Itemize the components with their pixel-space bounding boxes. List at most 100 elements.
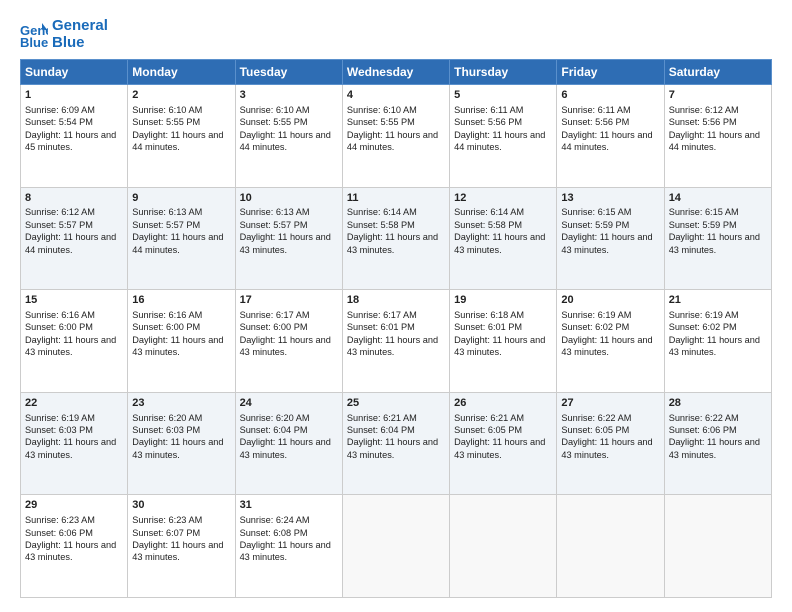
day-info: Daylight: 11 hours and 44 minutes. — [240, 129, 338, 154]
day-number: 20 — [561, 293, 659, 308]
day-info: Sunrise: 6:10 AM — [132, 104, 230, 116]
col-header-sunday: Sunday — [21, 60, 128, 85]
day-number: 5 — [454, 88, 552, 103]
calendar-week-1: 1Sunrise: 6:09 AMSunset: 5:54 PMDaylight… — [21, 85, 772, 188]
day-info: Sunset: 6:02 PM — [669, 321, 767, 333]
calendar-cell: 9Sunrise: 6:13 AMSunset: 5:57 PMDaylight… — [128, 187, 235, 290]
calendar-week-3: 15Sunrise: 6:16 AMSunset: 6:00 PMDayligh… — [21, 290, 772, 393]
day-info: Daylight: 11 hours and 43 minutes. — [25, 334, 123, 359]
calendar-table: SundayMondayTuesdayWednesdayThursdayFrid… — [20, 59, 772, 598]
calendar-cell: 24Sunrise: 6:20 AMSunset: 6:04 PMDayligh… — [235, 392, 342, 495]
day-info: Sunrise: 6:19 AM — [25, 412, 123, 424]
calendar-cell: 13Sunrise: 6:15 AMSunset: 5:59 PMDayligh… — [557, 187, 664, 290]
day-info: Sunset: 6:00 PM — [25, 321, 123, 333]
calendar-cell: 5Sunrise: 6:11 AMSunset: 5:56 PMDaylight… — [450, 85, 557, 188]
calendar-cell: 29Sunrise: 6:23 AMSunset: 6:06 PMDayligh… — [21, 495, 128, 598]
day-number: 8 — [25, 191, 123, 206]
day-info: Daylight: 11 hours and 44 minutes. — [132, 231, 230, 256]
day-number: 13 — [561, 191, 659, 206]
calendar-cell — [450, 495, 557, 598]
calendar-cell — [664, 495, 771, 598]
logo: General Blue General Blue — [20, 18, 108, 51]
day-info: Sunrise: 6:22 AM — [669, 412, 767, 424]
day-info: Daylight: 11 hours and 43 minutes. — [25, 539, 123, 564]
day-number: 22 — [25, 396, 123, 411]
day-info: Sunset: 6:00 PM — [240, 321, 338, 333]
day-info: Sunrise: 6:14 AM — [347, 206, 445, 218]
logo-general: General — [52, 18, 108, 35]
day-info: Daylight: 11 hours and 44 minutes. — [454, 129, 552, 154]
day-number: 29 — [25, 498, 123, 513]
logo-icon: General Blue — [20, 21, 48, 49]
day-info: Daylight: 11 hours and 44 minutes. — [669, 129, 767, 154]
day-info: Daylight: 11 hours and 43 minutes. — [347, 231, 445, 256]
col-header-thursday: Thursday — [450, 60, 557, 85]
day-info: Daylight: 11 hours and 44 minutes. — [25, 231, 123, 256]
calendar-cell: 12Sunrise: 6:14 AMSunset: 5:58 PMDayligh… — [450, 187, 557, 290]
calendar-cell: 8Sunrise: 6:12 AMSunset: 5:57 PMDaylight… — [21, 187, 128, 290]
calendar-cell: 11Sunrise: 6:14 AMSunset: 5:58 PMDayligh… — [342, 187, 449, 290]
day-info: Sunrise: 6:24 AM — [240, 514, 338, 526]
day-number: 16 — [132, 293, 230, 308]
day-info: Daylight: 11 hours and 44 minutes. — [132, 129, 230, 154]
col-header-saturday: Saturday — [664, 60, 771, 85]
calendar-cell: 6Sunrise: 6:11 AMSunset: 5:56 PMDaylight… — [557, 85, 664, 188]
logo-blue: Blue — [52, 35, 108, 52]
day-info: Sunset: 5:55 PM — [240, 116, 338, 128]
day-info: Daylight: 11 hours and 43 minutes. — [669, 436, 767, 461]
calendar-cell: 2Sunrise: 6:10 AMSunset: 5:55 PMDaylight… — [128, 85, 235, 188]
day-info: Daylight: 11 hours and 44 minutes. — [561, 129, 659, 154]
day-info: Daylight: 11 hours and 43 minutes. — [347, 436, 445, 461]
day-number: 28 — [669, 396, 767, 411]
day-info: Sunrise: 6:15 AM — [669, 206, 767, 218]
day-info: Sunset: 5:55 PM — [132, 116, 230, 128]
day-info: Sunrise: 6:21 AM — [454, 412, 552, 424]
day-info: Sunrise: 6:23 AM — [132, 514, 230, 526]
day-info: Daylight: 11 hours and 44 minutes. — [347, 129, 445, 154]
day-info: Sunset: 6:00 PM — [132, 321, 230, 333]
day-info: Daylight: 11 hours and 43 minutes. — [561, 334, 659, 359]
calendar-cell — [557, 495, 664, 598]
day-number: 17 — [240, 293, 338, 308]
day-info: Sunrise: 6:14 AM — [454, 206, 552, 218]
day-number: 27 — [561, 396, 659, 411]
day-info: Sunrise: 6:12 AM — [669, 104, 767, 116]
day-info: Sunset: 6:04 PM — [240, 424, 338, 436]
day-info: Sunrise: 6:12 AM — [25, 206, 123, 218]
calendar-cell: 27Sunrise: 6:22 AMSunset: 6:05 PMDayligh… — [557, 392, 664, 495]
day-info: Sunset: 5:54 PM — [25, 116, 123, 128]
day-number: 25 — [347, 396, 445, 411]
day-info: Sunset: 6:01 PM — [454, 321, 552, 333]
svg-text:Blue: Blue — [20, 35, 48, 49]
calendar-cell: 16Sunrise: 6:16 AMSunset: 6:00 PMDayligh… — [128, 290, 235, 393]
day-info: Sunset: 5:58 PM — [454, 219, 552, 231]
day-info: Daylight: 11 hours and 43 minutes. — [454, 334, 552, 359]
day-info: Daylight: 11 hours and 43 minutes. — [240, 539, 338, 564]
day-info: Sunrise: 6:21 AM — [347, 412, 445, 424]
day-number: 4 — [347, 88, 445, 103]
day-info: Daylight: 11 hours and 43 minutes. — [240, 436, 338, 461]
day-number: 2 — [132, 88, 230, 103]
calendar-cell: 3Sunrise: 6:10 AMSunset: 5:55 PMDaylight… — [235, 85, 342, 188]
day-info: Sunset: 6:02 PM — [561, 321, 659, 333]
col-header-wednesday: Wednesday — [342, 60, 449, 85]
calendar-cell: 28Sunrise: 6:22 AMSunset: 6:06 PMDayligh… — [664, 392, 771, 495]
day-info: Daylight: 11 hours and 43 minutes. — [669, 231, 767, 256]
day-info: Sunrise: 6:16 AM — [25, 309, 123, 321]
day-info: Daylight: 11 hours and 43 minutes. — [454, 436, 552, 461]
day-number: 24 — [240, 396, 338, 411]
calendar-cell: 20Sunrise: 6:19 AMSunset: 6:02 PMDayligh… — [557, 290, 664, 393]
day-number: 9 — [132, 191, 230, 206]
day-number: 14 — [669, 191, 767, 206]
day-info: Sunrise: 6:23 AM — [25, 514, 123, 526]
calendar-cell: 7Sunrise: 6:12 AMSunset: 5:56 PMDaylight… — [664, 85, 771, 188]
calendar-cell: 26Sunrise: 6:21 AMSunset: 6:05 PMDayligh… — [450, 392, 557, 495]
day-info: Sunset: 6:06 PM — [669, 424, 767, 436]
calendar-week-4: 22Sunrise: 6:19 AMSunset: 6:03 PMDayligh… — [21, 392, 772, 495]
day-info: Sunset: 6:06 PM — [25, 527, 123, 539]
day-info: Sunset: 6:03 PM — [132, 424, 230, 436]
day-info: Daylight: 11 hours and 43 minutes. — [132, 436, 230, 461]
day-info: Daylight: 11 hours and 43 minutes. — [132, 539, 230, 564]
calendar-cell: 19Sunrise: 6:18 AMSunset: 6:01 PMDayligh… — [450, 290, 557, 393]
day-number: 30 — [132, 498, 230, 513]
